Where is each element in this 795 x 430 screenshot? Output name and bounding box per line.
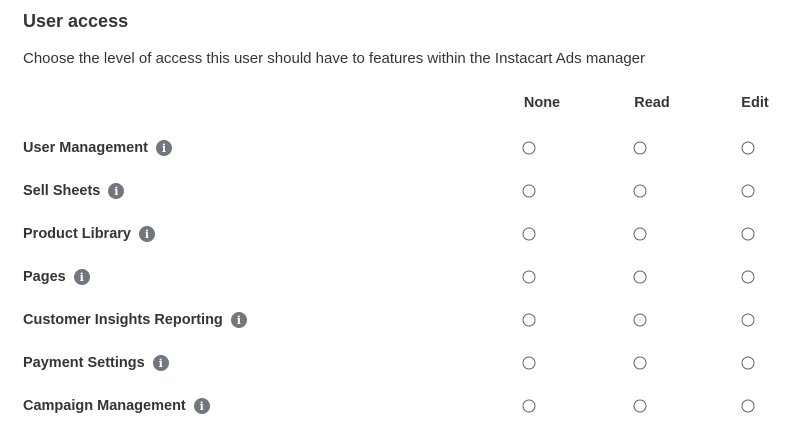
info-icon[interactable]: i [193,398,210,414]
column-header-edit: Edit [741,95,769,111]
permission-label-wrapper: Product Library i [23,226,155,242]
radio-campaign-management-edit[interactable] [741,399,755,413]
permission-label-wrapper: Pages i [23,269,90,285]
permission-label: Pages [23,269,66,285]
permission-label-wrapper: User Management i [23,140,172,156]
permission-label: Payment Settings [23,355,145,371]
radio-payment-settings-edit[interactable] [741,356,755,370]
radio-customer-insights-reporting-none[interactable] [522,313,536,327]
radio-user-management-edit[interactable] [741,141,755,155]
permission-label-wrapper: Customer Insights Reporting i [23,312,247,328]
permission-row-sell-sheets: Sell Sheets i [0,170,795,213]
radio-pages-edit[interactable] [741,270,755,284]
info-icon[interactable]: i [230,312,247,328]
radio-payment-settings-none[interactable] [522,356,536,370]
permission-row-user-management: User Management i [0,127,795,170]
radio-payment-settings-read[interactable] [633,356,647,370]
radio-user-management-read[interactable] [633,141,647,155]
radio-product-library-read[interactable] [633,227,647,241]
column-header-none: None [523,95,561,111]
permission-row-pages: Pages i [0,256,795,299]
radio-customer-insights-reporting-read[interactable] [633,313,647,327]
radio-product-library-edit[interactable] [741,227,755,241]
permission-row-payment-settings: Payment Settings i [0,342,795,385]
radio-product-library-none[interactable] [522,227,536,241]
radio-campaign-management-read[interactable] [633,399,647,413]
permission-label-wrapper: Payment Settings i [23,355,169,371]
permission-label: Campaign Management [23,398,186,414]
permission-label-wrapper: Campaign Management i [23,398,210,414]
permission-row-product-library: Product Library i [0,213,795,256]
section-description: Choose the level of access this user sho… [23,50,646,67]
radio-campaign-management-none[interactable] [522,399,536,413]
column-header-read: Read [634,95,670,111]
info-icon[interactable]: i [73,269,90,285]
radio-pages-none[interactable] [522,270,536,284]
radio-customer-insights-reporting-edit[interactable] [741,313,755,327]
permission-label: Customer Insights Reporting [23,312,223,328]
section-title: User access [23,11,129,31]
info-icon[interactable]: i [138,226,155,242]
permission-label: User Management [23,140,148,156]
info-icon[interactable]: i [108,183,125,199]
permission-label: Product Library [23,226,131,242]
info-icon[interactable]: i [155,140,172,156]
radio-sell-sheets-read[interactable] [633,184,647,198]
info-icon[interactable]: i [152,355,169,371]
permission-row-campaign-management: Campaign Management i [0,385,795,428]
radio-pages-read[interactable] [633,270,647,284]
permission-label: Sell Sheets [23,183,101,199]
permission-label-wrapper: Sell Sheets i [23,183,125,199]
radio-user-management-none[interactable] [522,141,536,155]
radio-sell-sheets-none[interactable] [522,184,536,198]
permission-row-customer-insights-reporting: Customer Insights Reporting i [0,299,795,342]
radio-sell-sheets-edit[interactable] [741,184,755,198]
